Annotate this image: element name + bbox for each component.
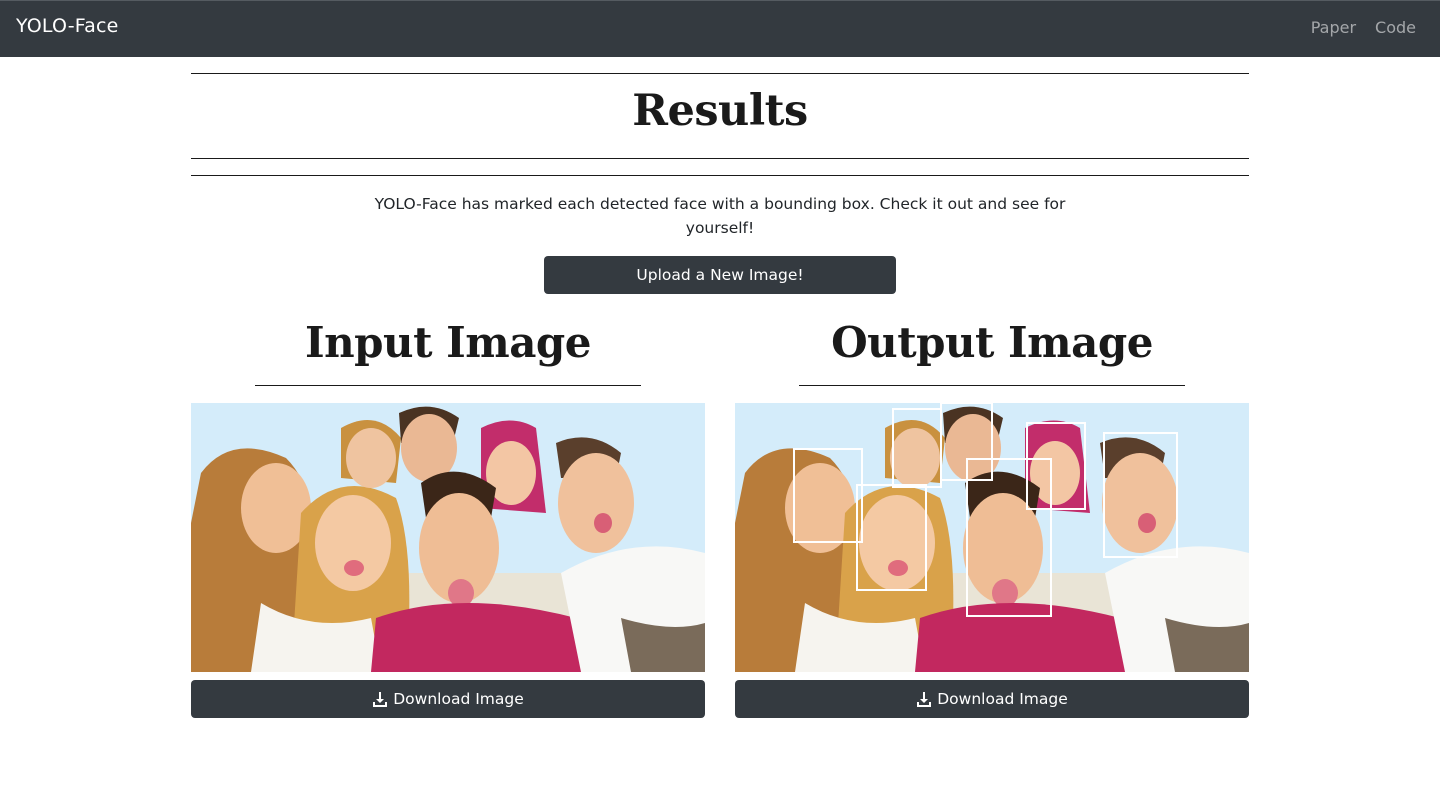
brand-link[interactable]: YOLO-Face [16,15,119,37]
divider-top [191,73,1249,74]
output-title-divider [799,385,1185,386]
page-title: Results [632,86,808,136]
input-image [191,403,705,672]
input-image-title: Input Image [305,318,592,367]
upload-new-image-button[interactable]: Upload a New Image! [544,256,896,294]
page-description: YOLO-Face has marked each detected face … [374,195,1066,237]
output-download-button[interactable]: Download Image [735,680,1249,718]
input-download-button[interactable]: Download Image [191,680,705,718]
nav-link-code[interactable]: Code [1375,18,1416,37]
nav-link-paper[interactable]: Paper [1311,18,1356,37]
download-icon [917,692,932,707]
divider-lower [191,175,1249,176]
divider-mid [191,158,1249,159]
download-label: Download Image [937,690,1068,708]
navbar: YOLO-Face Paper Code [0,0,1440,57]
download-label: Download Image [393,690,524,708]
download-icon [373,692,388,707]
output-image [735,403,1249,672]
input-title-divider [255,385,641,386]
output-image-title: Output Image [831,318,1153,367]
nav-links: Paper Code [1311,18,1416,37]
